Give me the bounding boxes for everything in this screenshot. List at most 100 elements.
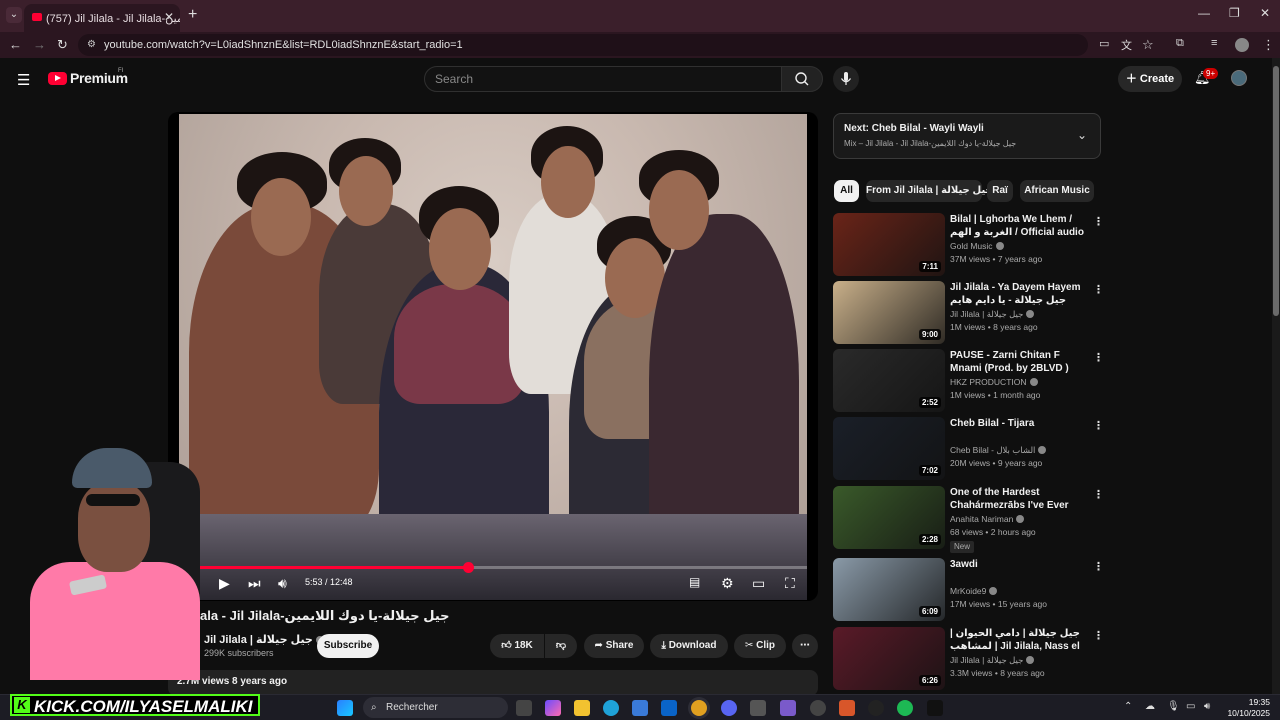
recommendation-item[interactable]: 2:52 PAUSE - Zarni Chitan F Mnami (Prod. … xyxy=(833,349,1104,413)
recommendation-title[interactable]: Bilal | Lghorba We Lhem / الغربة و الهم … xyxy=(950,213,1090,239)
recommendation-channel[interactable]: Gold Music xyxy=(950,241,1004,251)
recommendation-item[interactable]: 9:00 Jil Jilala - Ya Dayem Hayem جيل جيلا… xyxy=(833,281,1104,345)
forward-arrow-icon[interactable]: → xyxy=(33,37,46,52)
photos-icon[interactable] xyxy=(750,700,766,716)
windows-start-icon[interactable] xyxy=(337,700,353,716)
outlook-icon[interactable] xyxy=(661,700,677,716)
recommendation-channel[interactable]: Jil Jilala | جيل جيلالة xyxy=(950,309,1035,320)
speaker-icon[interactable]: 🔊︎ xyxy=(1204,701,1210,712)
more-options-icon[interactable]: ⋮ xyxy=(1093,419,1104,432)
video-player[interactable]: ▶ ⏭︎ 🔊︎ 5:53 / 12:48 ▤ ⚙ ▭ ⛶ xyxy=(168,112,818,601)
more-options-icon[interactable]: ⋮ xyxy=(1093,215,1104,228)
recommendation-item[interactable]: 7:11 Bilal | Lghorba We Lhem / الغربة و ا… xyxy=(833,213,1104,277)
recommendation-channel[interactable]: Anahita Nariman xyxy=(950,514,1025,524)
search-input[interactable]: Search xyxy=(424,66,782,92)
close-tab-icon[interactable]: ✕ xyxy=(164,10,174,24)
obs-studio-icon[interactable] xyxy=(810,700,826,716)
recommendation-thumbnail[interactable]: 7:11 xyxy=(833,213,945,276)
browser-menu-icon[interactable]: ⋮ xyxy=(1262,37,1275,53)
search-button[interactable] xyxy=(781,66,823,92)
new-tab-button[interactable]: + xyxy=(188,6,197,24)
bookmark-star-icon[interactable]: ☆ xyxy=(1142,37,1154,53)
profile-avatar-icon[interactable] xyxy=(1235,38,1249,52)
game-launcher-icon[interactable] xyxy=(780,700,796,716)
recommendation-thumbnail[interactable]: 7:02 xyxy=(833,417,945,480)
account-avatar[interactable] xyxy=(1231,70,1247,86)
more-options-icon[interactable]: ⋮ xyxy=(1093,283,1104,296)
minimize-window-icon[interactable]: — xyxy=(1198,6,1210,20)
create-button[interactable]: ＋ Create xyxy=(1118,66,1182,92)
network-icon[interactable]: ▭ xyxy=(1186,701,1195,712)
chip-rai[interactable]: Raï xyxy=(987,180,1013,202)
progress-scrubber-handle[interactable] xyxy=(462,562,474,573)
like-button[interactable]: 👍︎ 18K xyxy=(490,634,544,658)
recommendation-channel[interactable]: Jil Jilala | جيل جيلالة xyxy=(950,655,1035,666)
settings-gear-icon[interactable]: ⚙ xyxy=(721,575,734,592)
copilot-icon[interactable] xyxy=(545,700,561,716)
chip-from-channel[interactable]: From Jil Jilala | جيل جيلالة xyxy=(866,180,993,202)
more-options-icon[interactable]: ⋮ xyxy=(1093,488,1104,501)
taskbar-clock[interactable]: 19:35 10/10/2025 xyxy=(1222,697,1270,719)
play-icon[interactable]: ▶ xyxy=(219,575,230,592)
address-bar[interactable]: ⚙ youtube.com/watch?v=L0iadShnznE&list=R… xyxy=(78,34,1088,56)
channel-name[interactable]: Jil Jilala | جيل جيلالة xyxy=(204,633,324,646)
page-scrollbar-thumb[interactable] xyxy=(1273,66,1279,316)
expand-chevron-icon[interactable]: ⌄ xyxy=(1077,128,1087,142)
restore-window-icon[interactable]: ❐ xyxy=(1229,6,1240,20)
recommendation-item[interactable]: 2:28 One of the Hardest Chahármezrābs I'v… xyxy=(833,486,1104,553)
video-description-box[interactable]: 2.7M views 8 years ago xyxy=(168,670,818,696)
subscribe-button[interactable]: Subscribe xyxy=(317,634,379,658)
fullscreen-icon[interactable]: ⛶ xyxy=(785,575,795,592)
volume-icon[interactable]: 🔊︎ xyxy=(278,575,287,592)
recommendation-channel[interactable]: Cheb Bilal - الشاب بلال xyxy=(950,445,1047,456)
recommendation-title[interactable]: One of the Hardest Chahármezrābs I've Ev… xyxy=(950,486,1090,512)
subtitles-icon[interactable]: ▤ xyxy=(689,575,700,589)
recommendation-title[interactable]: جيل جيلالة | دامي الحيوان | لمشاهب | Jil… xyxy=(950,627,1090,653)
onedrive-cloud-icon[interactable]: ☁ xyxy=(1145,701,1155,712)
recommendation-thumbnail[interactable]: 2:52 xyxy=(833,349,945,412)
share-button[interactable]: ➦ Share xyxy=(584,634,644,658)
recommendation-title[interactable]: 3awdi xyxy=(950,558,1090,571)
cast-icon[interactable]: ▭ xyxy=(1099,37,1109,50)
recommendation-thumbnail[interactable]: 6:26 xyxy=(833,627,945,690)
close-window-icon[interactable]: ✕ xyxy=(1260,6,1270,20)
recommendation-thumbnail[interactable]: 2:28 xyxy=(833,486,945,549)
theater-mode-icon[interactable]: ▭ xyxy=(752,575,765,592)
capcut-icon[interactable] xyxy=(927,700,943,716)
tab-search-dropdown[interactable]: ⌄ xyxy=(6,7,22,23)
microsoft-store-icon[interactable] xyxy=(632,700,648,716)
streamlabs-icon[interactable] xyxy=(868,700,884,716)
more-options-icon[interactable]: ⋮ xyxy=(1093,629,1104,642)
next-video-icon[interactable]: ⏭︎ xyxy=(248,575,261,592)
extensions-icon[interactable]: ⧉ xyxy=(1176,37,1184,50)
back-arrow-icon[interactable]: ← xyxy=(9,37,22,52)
voice-search-button[interactable] xyxy=(833,66,859,92)
chrome-icon[interactable] xyxy=(691,700,707,716)
translate-icon[interactable]: 文 xyxy=(1121,37,1132,53)
more-actions-button[interactable]: ⋯ xyxy=(792,634,818,658)
recommendation-item[interactable]: 7:02 Cheb Bilal - Tijara Cheb Bilal - الشا… xyxy=(833,417,1104,481)
hamburger-menu-icon[interactable]: ☰ xyxy=(17,71,30,89)
browser-tab[interactable]: (757) Jil Jilala - Jil Jilala-الايمين ✕ xyxy=(24,4,180,32)
recommendation-channel[interactable]: HKZ PRODUCTION xyxy=(950,377,1038,387)
spotify-icon[interactable] xyxy=(897,700,913,716)
recommendation-channel[interactable]: MrKoide9 xyxy=(950,586,998,596)
discord-icon[interactable] xyxy=(721,700,737,716)
more-options-icon[interactable]: ⋮ xyxy=(1093,351,1104,364)
task-view-icon[interactable] xyxy=(516,700,532,716)
download-button[interactable]: ⤓ Download xyxy=(650,634,728,658)
site-info-icon[interactable]: ⚙ xyxy=(87,34,96,56)
system-tray-chevron-icon[interactable]: ⌃ xyxy=(1124,701,1132,712)
recommendation-title[interactable]: Cheb Bilal - Tijara xyxy=(950,417,1090,430)
clip-button[interactable]: ✂ Clip xyxy=(734,634,786,658)
media-control-icon[interactable]: ≡ xyxy=(1211,37,1217,49)
recommendation-title[interactable]: PAUSE - Zarni Chitan F Mnami (Prod. by 2… xyxy=(950,349,1090,375)
up-next-mix-panel[interactable]: Next: Cheb Bilal - Wayli Wayli Mix – Jil… xyxy=(833,113,1101,159)
dislike-button[interactable]: 👎︎ xyxy=(545,634,577,658)
reload-icon[interactable]: ↻ xyxy=(57,37,68,53)
recommendation-thumbnail[interactable]: 9:00 xyxy=(833,281,945,344)
recommendation-item[interactable]: 6:26 جيل جيلالة | دامي الحيوان | لمشاهب |… xyxy=(833,627,1104,691)
chip-all[interactable]: All xyxy=(834,180,859,202)
microphone-tray-icon[interactable]: 🎙︎ xyxy=(1167,701,1180,712)
taskbar-search[interactable]: ⌕ Rechercher xyxy=(363,697,508,718)
